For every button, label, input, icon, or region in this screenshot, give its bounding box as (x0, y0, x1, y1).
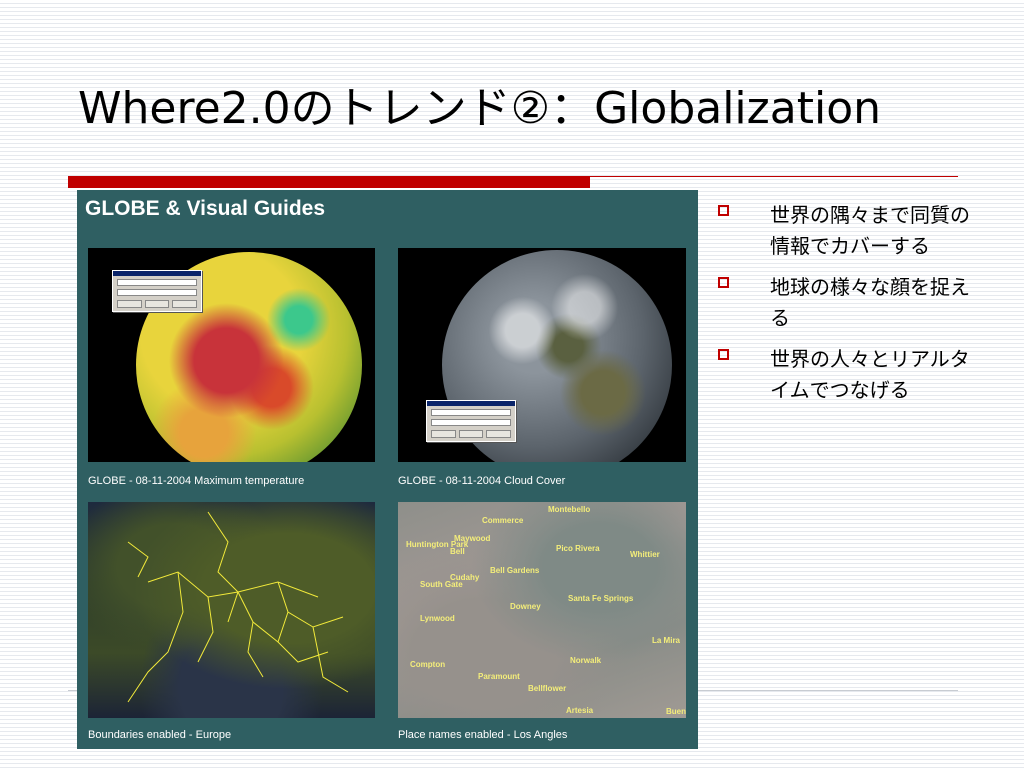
cloud-cover-globe-image (398, 248, 686, 462)
caption-europe: Boundaries enabled - Europe (88, 729, 232, 741)
square-bullet-icon (718, 277, 729, 288)
place-label: Pico Rivera (556, 544, 600, 553)
place-label: Whittier (630, 550, 660, 559)
bullet-item: 世界の隅々まで同質の情報でカバーする (718, 200, 978, 262)
layer-dialog-thumbnail (426, 400, 516, 442)
title-underline-line (590, 176, 958, 177)
caption-temperature: GLOBE - 08-11-2004 Maximum temperature (88, 475, 305, 487)
europe-boundaries-image (88, 502, 375, 718)
temperature-globe-image (88, 248, 375, 462)
place-label: Commerce (482, 516, 524, 525)
square-bullet-icon (718, 349, 729, 360)
place-label: South Gate (420, 580, 463, 589)
title-underline-bar (68, 176, 590, 188)
layer-dialog-thumbnail (112, 270, 202, 312)
los-angeles-place-names-image: Montebello Commerce Maywood Huntington P… (398, 502, 686, 718)
caption-cloud-cover: GLOBE - 08-11-2004 Cloud Cover (398, 475, 566, 487)
bullet-text: 世界の隅々まで同質の情報でカバーする (770, 203, 970, 258)
bullet-item: 地球の様々な顔を捉える (718, 272, 978, 334)
place-label: Bellflower (528, 684, 567, 693)
europe-boundaries-map (127, 511, 349, 703)
caption-los-angeles: Place names enabled - Los Angles (398, 729, 568, 741)
place-label: Buen (666, 707, 686, 716)
place-label: Artesia (566, 706, 594, 715)
place-label: Bell (450, 547, 465, 556)
globe-visual-guides-panel: GLOBE & Visual Guides GLOBE - 08-11-2004… (77, 190, 698, 749)
bullet-text: 世界の人々とリアルタイムでつなげる (770, 347, 970, 402)
place-label: Paramount (478, 672, 520, 681)
square-bullet-icon (718, 205, 729, 216)
place-label: Santa Fe Springs (568, 594, 634, 603)
place-label: Montebello (548, 505, 591, 514)
panel-title: GLOBE & Visual Guides (85, 197, 326, 220)
place-label: Bell Gardens (490, 566, 540, 575)
bullet-list: 世界の隅々まで同質の情報でカバーする 地球の様々な顔を捉える 世界の人々とリアル… (718, 200, 978, 416)
bullet-text: 地球の様々な顔を捉える (770, 275, 970, 330)
place-label: La Mira (652, 636, 681, 645)
place-label: Downey (510, 602, 541, 611)
slide-title: Where2.0のトレンド②：Globalization (78, 83, 881, 134)
place-label: Norwalk (570, 656, 602, 665)
bullet-item: 世界の人々とリアルタイムでつなげる (718, 344, 978, 406)
place-label: Lynwood (420, 614, 455, 623)
place-label: Compton (410, 660, 446, 669)
